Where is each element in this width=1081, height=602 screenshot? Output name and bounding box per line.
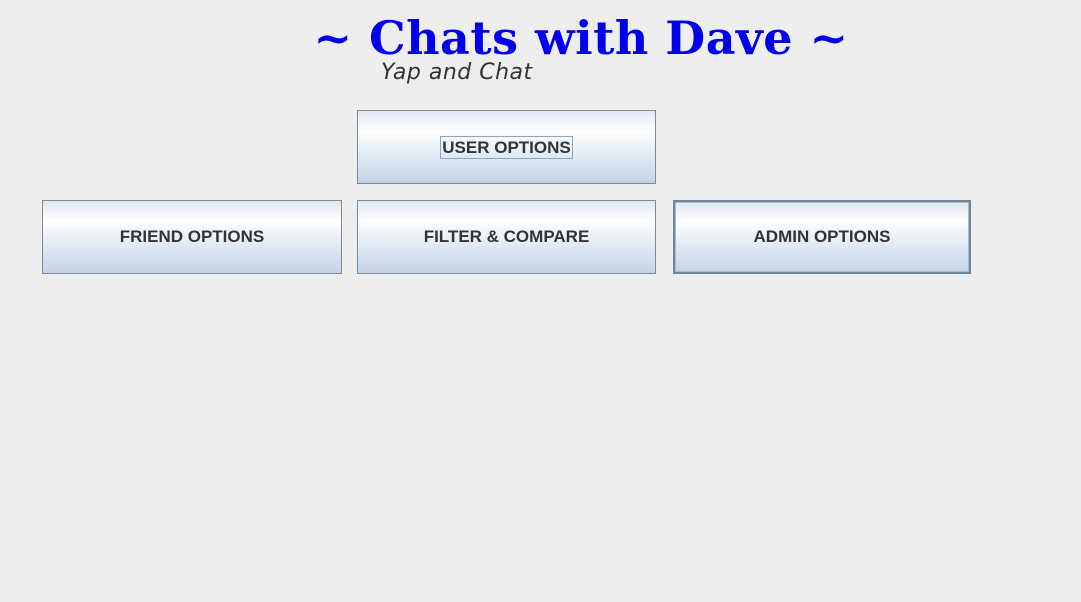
user-options-label: USER OPTIONS [440, 135, 573, 159]
user-options-button[interactable]: USER OPTIONS [357, 110, 656, 184]
friend-options-label: FRIEND OPTIONS [119, 227, 265, 246]
app-subtitle: Yap and Chat [381, 60, 533, 85]
admin-options-button[interactable]: ADMIN OPTIONS [673, 200, 971, 274]
app-title: ~ Chats with Dave ~ [313, 11, 849, 65]
admin-options-label: ADMIN OPTIONS [753, 227, 891, 246]
filter-compare-button[interactable]: FILTER & COMPARE [357, 200, 656, 274]
friend-options-button[interactable]: FRIEND OPTIONS [42, 200, 342, 274]
filter-compare-label: FILTER & COMPARE [423, 227, 590, 246]
